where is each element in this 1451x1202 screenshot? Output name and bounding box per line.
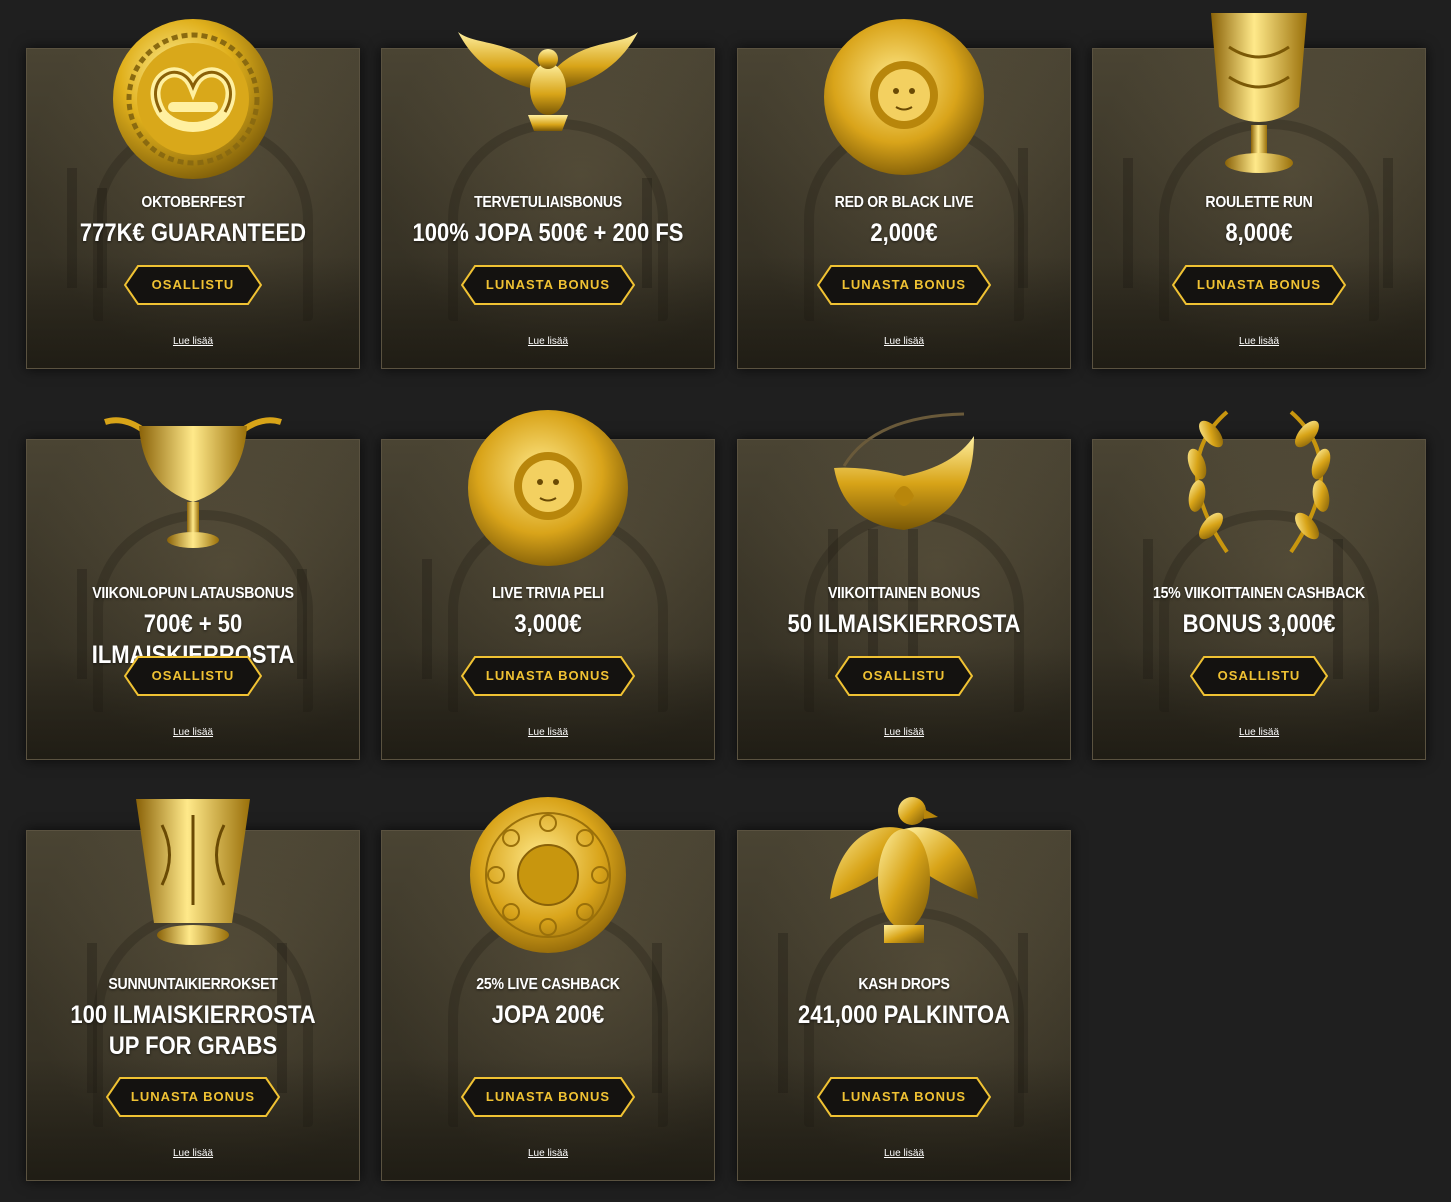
read-more-link[interactable]: Lue lisää [1239,336,1279,347]
promo-amount: 100% JOPA 500€ + 200 FS [412,219,684,247]
lunasta-bonus-button[interactable]: LUNASTA BONUS [461,656,635,696]
promo-amount: 50 ILMAISKIERROSTA [787,610,1021,638]
promo-card: VIIKOITTAINEN BONUS 50 ILMAISKIERROSTA O… [737,412,1071,760]
promo-card: LIVE TRIVIA PELI 3,000€ LUNASTA BONUS Lu… [381,410,715,760]
lunasta-bonus-button[interactable]: LUNASTA BONUS [461,265,635,305]
read-more-link[interactable]: Lue lisää [528,336,568,347]
read-more: Lue lisää [27,1143,359,1161]
promo-title: SUNNUNTAIKIERROKSET [108,976,278,993]
eagle-icon [456,27,640,137]
button-label: LUNASTA BONUS [485,1089,611,1104]
medusa-shield-icon [822,17,986,177]
button-label: OSALLISTU [1217,668,1301,683]
read-more: Lue lisää [738,722,1070,740]
promo-amount: BONUS 3,000€ [1182,610,1336,638]
button-label: OSALLISTU [862,668,946,683]
lunasta-bonus-button[interactable]: LUNASTA BONUS [461,1077,635,1117]
read-more: Lue lisää [382,331,714,349]
button-label: OSALLISTU [151,668,235,683]
osallistu-button[interactable]: OSALLISTU [124,265,262,305]
promo-card: SUNNUNTAIKIERROKSET 100 ILMAISKIERROSTA … [26,799,360,1181]
read-more-link[interactable]: Lue lisää [173,1148,213,1159]
promo-title: TERVETULIAISBONUS [474,194,622,211]
promo-card: RED OR BLACK LIVE 2,000€ LUNASTA BONUS L… [737,19,1071,369]
promo-card: KASH DROPS 241,000 PALKINTOA LUNASTA BON… [737,797,1071,1181]
standing-eagle-icon [826,789,982,953]
promo-title: OKTOBERFEST [141,194,245,211]
goblet-icon [1199,7,1319,177]
promo-card: TERVETULIAISBONUS 100% JOPA 500€ + 200 F… [381,32,715,369]
promo-amount: 777K€ GUARANTEED [79,219,307,247]
promo-amount: 3,000€ [514,610,582,638]
lunasta-bonus-button[interactable]: LUNASTA BONUS [106,1077,280,1117]
button-label: OSALLISTU [151,277,235,292]
button-label: LUNASTA BONUS [485,277,611,292]
promo-title: 25% LIVE CASHBACK [476,976,620,993]
promo-card: VIIKONLOPUN LATAUSBONUS 700€ + 50 ILMAIS… [26,417,360,760]
promo-title: RED OR BLACK LIVE [834,194,974,211]
medusa-shield-icon [466,408,630,568]
osallistu-button[interactable]: OSALLISTU [1190,656,1328,696]
promo-title: VIIKONLOPUN LATAUSBONUS [92,585,294,602]
golden-plate-icon [468,795,628,955]
read-more-link[interactable]: Lue lisää [173,336,213,347]
read-more: Lue lisää [382,1143,714,1161]
pretzel-medallion-icon [111,17,275,181]
promo-amount: 100 ILMAISKIERROSTA UP FOR GRABS [70,1001,316,1060]
read-more-link[interactable]: Lue lisää [884,1148,924,1159]
button-label: LUNASTA BONUS [841,277,967,292]
osallistu-button[interactable]: OSALLISTU [124,656,262,696]
read-more: Lue lisää [1093,722,1425,740]
golden-pouch-icon [824,406,984,536]
read-more-link[interactable]: Lue lisää [884,727,924,738]
read-more: Lue lisää [738,331,1070,349]
button-label: LUNASTA BONUS [1196,277,1322,292]
read-more: Lue lisää [738,1143,1070,1161]
read-more-link[interactable]: Lue lisää [884,336,924,347]
promo-card: 15% VIIKOITTAINEN CASHBACK BONUS 3,000€ … [1092,410,1426,760]
laurel-wreath-icon [1167,404,1351,560]
lunasta-bonus-button[interactable]: LUNASTA BONUS [817,1077,991,1117]
promo-title: VIIKOITTAINEN BONUS [828,585,980,602]
button-label: LUNASTA BONUS [485,668,611,683]
promo-amount: 2,000€ [870,219,938,247]
osallistu-button[interactable]: OSALLISTU [835,656,973,696]
read-more: Lue lisää [27,722,359,740]
read-more: Lue lisää [1093,331,1425,349]
read-more-link[interactable]: Lue lisää [528,727,568,738]
promo-title: ROULETTE RUN [1205,194,1313,211]
read-more-link[interactable]: Lue lisää [1239,727,1279,738]
promo-title: KASH DROPS [858,976,950,993]
read-more: Lue lisää [382,722,714,740]
button-label: LUNASTA BONUS [130,1089,256,1104]
promo-title: LIVE TRIVIA PELI [492,585,604,602]
promo-card: ROULETTE RUN 8,000€ LUNASTA BONUS Lue li… [1092,13,1426,369]
chalice-icon [103,416,283,556]
lunasta-bonus-button[interactable]: LUNASTA BONUS [1172,265,1346,305]
promo-card: 25% LIVE CASHBACK JOPA 200€ LUNASTA BONU… [381,797,715,1181]
promo-amount: JOPA 200€ [491,1001,605,1029]
read-more: Lue lisää [27,331,359,349]
ornate-cup-icon [132,795,254,951]
read-more-link[interactable]: Lue lisää [173,727,213,738]
promotions-grid: OKTOBERFEST 777K€ GUARANTEED OSALLISTU L… [0,0,1451,1202]
promo-amount: 241,000 PALKINTOA [798,1001,1010,1029]
button-label: LUNASTA BONUS [841,1089,967,1104]
promo-title: 15% VIIKOITTAINEN CASHBACK [1153,585,1365,602]
promo-amount: 8,000€ [1225,219,1293,247]
read-more-link[interactable]: Lue lisää [528,1148,568,1159]
promo-card: OKTOBERFEST 777K€ GUARANTEED OSALLISTU L… [26,19,360,369]
lunasta-bonus-button[interactable]: LUNASTA BONUS [817,265,991,305]
